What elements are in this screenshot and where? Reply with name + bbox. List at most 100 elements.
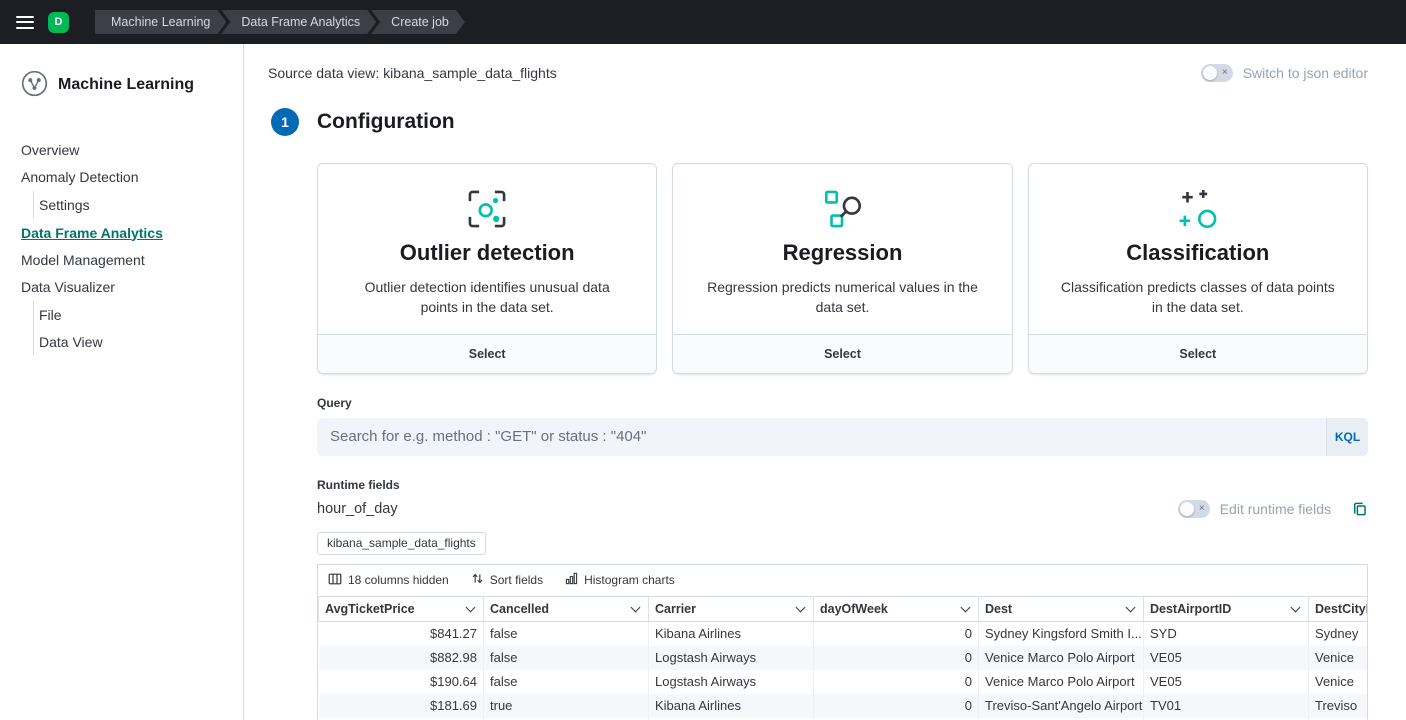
sidebar-item-anomaly-detection[interactable]: Anomaly Detection [21, 163, 229, 190]
query-label: Query [317, 396, 1368, 410]
breadcrumb-machine-learning[interactable]: Machine Learning [95, 10, 226, 34]
sort-fields-label: Sort fields [490, 573, 543, 587]
runtime-field-name: hour_of_day [317, 501, 398, 517]
cell: Sydney Kingsford Smith I... [979, 621, 1144, 646]
card-description: Classification predicts classes of data … [1029, 277, 1367, 318]
card-classification[interactable]: Classification Classification predicts c… [1028, 163, 1368, 374]
card-title: Classification [1029, 240, 1367, 266]
card-title: Regression [673, 240, 1011, 266]
column-header-destairportid[interactable]: DestAirportID [1144, 596, 1309, 621]
json-editor-toggle-label: Switch to json editor [1243, 65, 1368, 81]
column-header-cancelled[interactable]: Cancelled [484, 596, 649, 621]
query-search-input[interactable] [317, 418, 1326, 456]
cell: Venice [1309, 670, 1369, 694]
columns-icon [328, 572, 342, 589]
data-grid: 18 columns hidden Sort fields Histogram … [317, 564, 1368, 720]
cell: Treviso [1309, 694, 1369, 718]
sidebar-title: Machine Learning [58, 76, 194, 94]
chevron-down-icon[interactable] [796, 602, 806, 612]
source-data-view-label: Source data view: kibana_sample_data_fli… [268, 65, 557, 81]
edit-runtime-fields-toggle[interactable]: × [1178, 500, 1210, 518]
cell: Venice [1309, 646, 1369, 670]
table-header-row: AvgTicketPrice Cancelled Carrier dayOfWe… [319, 596, 1369, 621]
cell: VE05 [1144, 670, 1309, 694]
card-regression[interactable]: Regression Regression predicts numerical… [672, 163, 1012, 374]
breadcrumb: Machine Learning Data Frame Analytics Cr… [95, 10, 465, 34]
column-header-destcityname[interactable]: DestCityName [1309, 596, 1369, 621]
chevron-down-icon[interactable] [961, 602, 971, 612]
cell: 0 [814, 646, 979, 670]
sidebar-subgroup-anomaly: Settings [33, 191, 229, 218]
outlier-detection-icon [466, 188, 508, 230]
cell: Venice Marco Polo Airport [979, 646, 1144, 670]
column-header-dest[interactable]: Dest [979, 596, 1144, 621]
query-bar: KQL [317, 418, 1368, 456]
toggle-off-icon: × [1199, 504, 1205, 514]
cell: Logstash Airways [649, 646, 814, 670]
card-outlier-detection[interactable]: Outlier detection Outlier detection iden… [317, 163, 657, 374]
cell: false [484, 646, 649, 670]
card-description: Outlier detection identifies unusual dat… [318, 277, 656, 318]
step-number-badge: 1 [271, 108, 299, 136]
breadcrumb-data-frame-analytics[interactable]: Data Frame Analytics [221, 10, 376, 34]
cell: Venice Marco Polo Airport [979, 670, 1144, 694]
select-outlier-button[interactable]: Select [318, 334, 656, 373]
runtime-fields-label: Runtime fields [317, 478, 1368, 492]
chevron-down-icon[interactable] [466, 602, 476, 612]
cell: false [484, 621, 649, 646]
toggle-off-icon: × [1222, 68, 1228, 78]
top-bar: D Machine Learning Data Frame Analytics … [0, 0, 1406, 44]
kql-button[interactable]: KQL [1326, 418, 1368, 456]
sort-icon [471, 572, 484, 588]
cell: Kibana Airlines [649, 694, 814, 718]
sidebar-item-model-management[interactable]: Model Management [21, 246, 229, 273]
space-avatar[interactable]: D [48, 12, 69, 33]
analytics-type-cards: Outlier detection Outlier detection iden… [317, 163, 1368, 374]
select-regression-button[interactable]: Select [673, 334, 1011, 373]
columns-hidden-label: 18 columns hidden [348, 573, 449, 587]
sort-fields-button[interactable]: Sort fields [471, 572, 543, 588]
cell: Sydney [1309, 621, 1369, 646]
sidebar-nav: Overview Anomaly Detection Settings Data… [21, 136, 229, 355]
classification-icon [1177, 188, 1219, 230]
edit-runtime-fields-label: Edit runtime fields [1220, 501, 1331, 517]
select-classification-button[interactable]: Select [1029, 334, 1367, 373]
sidebar-item-settings[interactable]: Settings [39, 191, 229, 218]
copy-icon[interactable] [1351, 500, 1368, 517]
sidebar-item-data-frame-analytics[interactable]: Data Frame Analytics [21, 219, 229, 246]
column-header-avgticketprice[interactable]: AvgTicketPrice [319, 596, 484, 621]
cell: VE05 [1144, 646, 1309, 670]
chevron-down-icon[interactable] [1291, 602, 1301, 612]
menu-icon[interactable] [16, 16, 34, 29]
sidebar-item-overview[interactable]: Overview [21, 136, 229, 163]
cell: true [484, 694, 649, 718]
breadcrumb-create-job[interactable]: Create job [371, 10, 465, 34]
json-editor-toggle[interactable]: × [1201, 64, 1233, 82]
card-description: Regression predicts numerical values in … [673, 277, 1011, 318]
cell: Kibana Airlines [649, 621, 814, 646]
cell: 0 [814, 621, 979, 646]
card-title: Outlier detection [318, 240, 656, 266]
sidebar: Machine Learning Overview Anomaly Detect… [0, 44, 244, 720]
histogram-charts-button[interactable]: Histogram charts [565, 572, 675, 588]
chevron-down-icon[interactable] [631, 602, 641, 612]
index-pattern-badge: kibana_sample_data_flights [317, 532, 486, 555]
cell: Logstash Airways [649, 670, 814, 694]
configuration-title: Configuration [317, 110, 455, 134]
grid-toolbar: 18 columns hidden Sort fields Histogram … [318, 565, 1367, 596]
columns-hidden-button[interactable]: 18 columns hidden [328, 572, 449, 589]
column-header-dayofweek[interactable]: dayOfWeek [814, 596, 979, 621]
sidebar-item-file[interactable]: File [39, 301, 229, 328]
cell: 0 [814, 694, 979, 718]
regression-icon [821, 188, 863, 230]
sidebar-item-data-visualizer[interactable]: Data Visualizer [21, 273, 229, 300]
preview-table: AvgTicketPrice Cancelled Carrier dayOfWe… [318, 596, 1368, 720]
cell: $181.69 [319, 694, 484, 718]
chevron-down-icon[interactable] [1126, 602, 1136, 612]
cell: $841.27 [319, 621, 484, 646]
column-header-carrier[interactable]: Carrier [649, 596, 814, 621]
sidebar-item-data-view[interactable]: Data View [39, 328, 229, 355]
table-row: $882.98 false Logstash Airways 0 Venice … [319, 646, 1369, 670]
table-row: $841.27 false Kibana Airlines 0 Sydney K… [319, 621, 1369, 646]
cell: $190.64 [319, 670, 484, 694]
